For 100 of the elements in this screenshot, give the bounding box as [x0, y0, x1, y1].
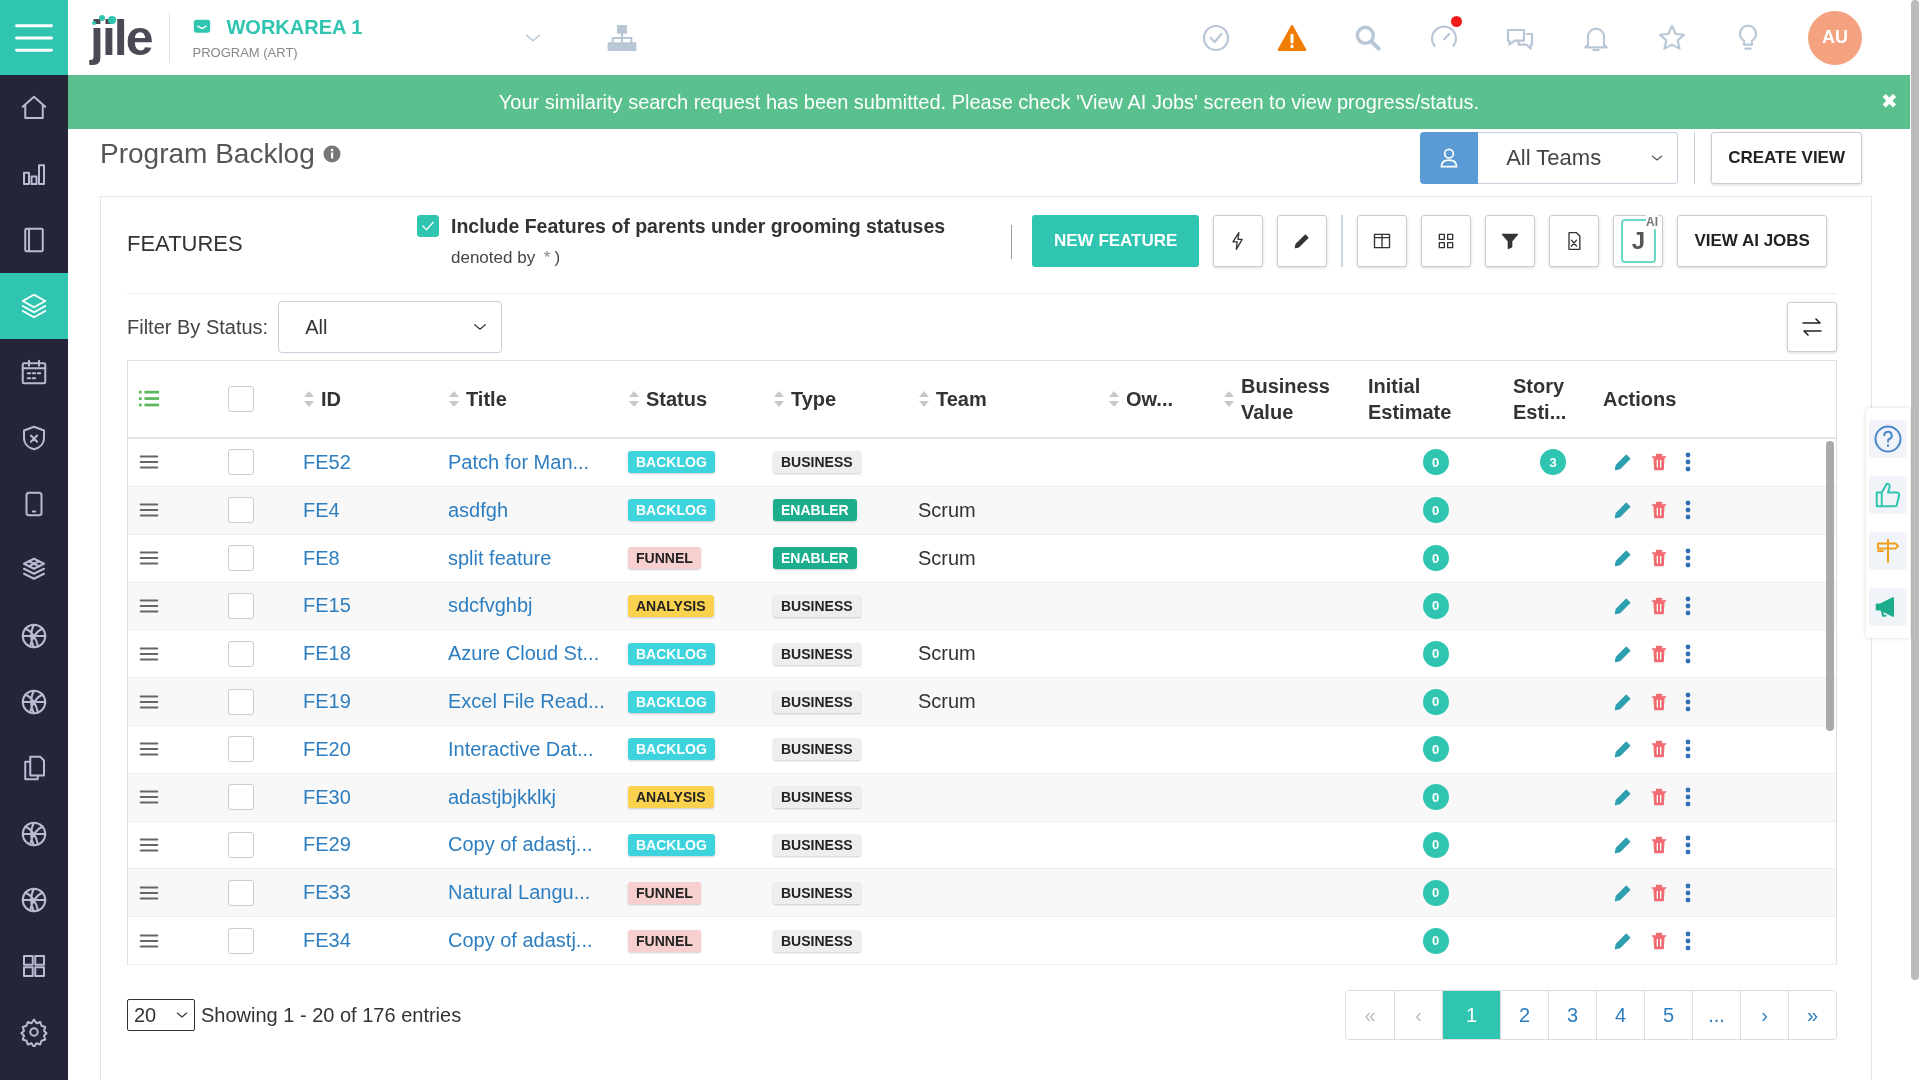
estimate-count: 0 — [1422, 927, 1449, 954]
team-select[interactable]: All Teams — [1478, 132, 1679, 184]
close-button[interactable]: ✖ — [1881, 89, 1898, 113]
grid-view-button[interactable] — [1421, 215, 1472, 267]
column-header[interactable]: Business Value — [1241, 373, 1358, 426]
thumbs-up-icon[interactable] — [1873, 480, 1903, 510]
feature-id-link[interactable]: FE52 — [303, 450, 351, 474]
scrollbar[interactable] — [1911, 0, 1919, 980]
more-options-icon[interactable] — [1685, 595, 1691, 616]
filter-button[interactable] — [1485, 215, 1536, 267]
feature-id-link[interactable]: FE19 — [303, 690, 351, 714]
sort-icon[interactable] — [303, 390, 315, 409]
column-header[interactable]: Team — [936, 386, 987, 413]
feature-title-link[interactable]: Excel File Read... — [448, 690, 605, 714]
row-checkbox[interactable] — [228, 640, 254, 667]
feature-title-link[interactable]: Copy of adastj... — [448, 929, 593, 953]
page-size-select[interactable]: 20 — [127, 999, 195, 1031]
column-header[interactable]: Initial Estimate — [1368, 373, 1503, 426]
feature-title-link[interactable]: Copy of adastj... — [448, 833, 593, 857]
pencil-icon[interactable] — [1613, 787, 1633, 808]
more-options-icon[interactable] — [1685, 548, 1691, 569]
more-options-icon[interactable] — [1685, 882, 1691, 903]
row-checkbox[interactable] — [228, 449, 254, 476]
scrollbar[interactable] — [1826, 441, 1834, 731]
more-options-icon[interactable] — [1685, 643, 1691, 664]
pencil-icon[interactable] — [1613, 739, 1633, 760]
more-options-icon[interactable] — [1685, 739, 1691, 760]
trash-icon[interactable] — [1649, 930, 1669, 951]
column-header[interactable]: Actions — [1603, 386, 1677, 413]
trash-icon[interactable] — [1649, 548, 1669, 569]
trash-icon[interactable] — [1649, 500, 1669, 521]
feature-title-link[interactable]: Azure Cloud St... — [448, 642, 600, 666]
help-icon[interactable] — [1873, 424, 1903, 454]
row-checkbox[interactable] — [228, 592, 254, 619]
more-options-icon[interactable] — [1685, 452, 1691, 473]
bulk-action-button[interactable] — [1213, 215, 1264, 267]
column-header[interactable]: ID — [321, 386, 341, 413]
row-checkbox[interactable] — [228, 545, 254, 572]
view-ai-jobs-button[interactable]: VIEW AI JOBS — [1677, 215, 1827, 267]
feature-title-link[interactable]: asdfgh — [448, 498, 509, 522]
edit-button[interactable] — [1277, 215, 1328, 267]
select-all-checkbox[interactable] — [228, 386, 254, 413]
feature-id-link[interactable]: FE18 — [303, 642, 351, 666]
status-select[interactable]: All — [278, 301, 503, 353]
feature-title-link[interactable]: Patch for Man... — [448, 450, 590, 474]
row-checkbox[interactable] — [228, 736, 254, 763]
pencil-icon[interactable] — [1613, 500, 1633, 521]
feature-title-link[interactable]: sdcfvghbj — [448, 594, 533, 618]
feature-id-link[interactable]: FE8 — [303, 546, 340, 570]
trash-icon[interactable] — [1649, 834, 1669, 855]
column-header[interactable]: Story Esti... — [1513, 373, 1593, 426]
feature-title-link[interactable]: Interactive Dat... — [448, 737, 594, 761]
more-options-icon[interactable] — [1685, 930, 1691, 951]
feature-id-link[interactable]: FE30 — [303, 785, 351, 809]
feature-title-link[interactable]: Natural Langu... — [448, 881, 591, 905]
feature-id-link[interactable]: FE15 — [303, 594, 351, 618]
feature-id-link[interactable]: FE33 — [303, 881, 351, 905]
sort-icon[interactable] — [1108, 390, 1120, 409]
pencil-icon[interactable] — [1613, 548, 1633, 569]
page-button[interactable]: » — [1788, 991, 1836, 1039]
column-header[interactable]: Title — [466, 386, 507, 413]
trash-icon[interactable] — [1649, 643, 1669, 664]
row-checkbox[interactable] — [228, 879, 254, 906]
sort-icon[interactable] — [448, 390, 460, 409]
sort-icon[interactable] — [1223, 390, 1235, 409]
column-header[interactable]: Ow... — [1126, 386, 1174, 413]
trash-icon[interactable] — [1649, 691, 1669, 712]
feature-id-link[interactable]: FE20 — [303, 737, 351, 761]
row-checkbox[interactable] — [228, 831, 254, 858]
sort-icon[interactable] — [918, 390, 930, 409]
column-header[interactable]: Status — [646, 386, 708, 413]
trash-icon[interactable] — [1649, 739, 1669, 760]
columns-button[interactable] — [1357, 215, 1408, 267]
more-options-icon[interactable] — [1685, 787, 1691, 808]
column-header[interactable]: Type — [791, 386, 837, 413]
swap-button[interactable] — [1787, 302, 1837, 352]
include-parents-checkbox[interactable] — [417, 215, 439, 237]
feature-title-link[interactable]: adastjbjkklkj — [448, 785, 556, 809]
more-options-icon[interactable] — [1685, 691, 1691, 712]
row-checkbox[interactable] — [228, 497, 254, 524]
pencil-icon[interactable] — [1613, 452, 1633, 473]
feature-id-link[interactable]: FE4 — [303, 498, 340, 522]
more-options-icon[interactable] — [1685, 500, 1691, 521]
trash-icon[interactable] — [1649, 452, 1669, 473]
row-checkbox[interactable] — [228, 784, 254, 811]
feature-id-link[interactable]: FE29 — [303, 833, 351, 857]
info-icon[interactable] — [322, 145, 341, 163]
create-view-button[interactable]: CREATE VIEW — [1711, 132, 1862, 184]
row-checkbox[interactable] — [228, 688, 254, 715]
sort-icon[interactable] — [628, 390, 640, 409]
sort-icon[interactable] — [773, 390, 785, 409]
export-button[interactable] — [1549, 215, 1600, 267]
ai-button[interactable]: J AI — [1613, 215, 1664, 267]
feature-id-link[interactable]: FE34 — [303, 929, 351, 953]
trash-icon[interactable] — [1649, 882, 1669, 903]
row-checkbox[interactable] — [228, 927, 254, 954]
more-options-icon[interactable] — [1685, 834, 1691, 855]
feature-title-link[interactable]: split feature — [448, 546, 552, 570]
trash-icon[interactable] — [1649, 595, 1669, 616]
trash-icon[interactable] — [1649, 787, 1669, 808]
